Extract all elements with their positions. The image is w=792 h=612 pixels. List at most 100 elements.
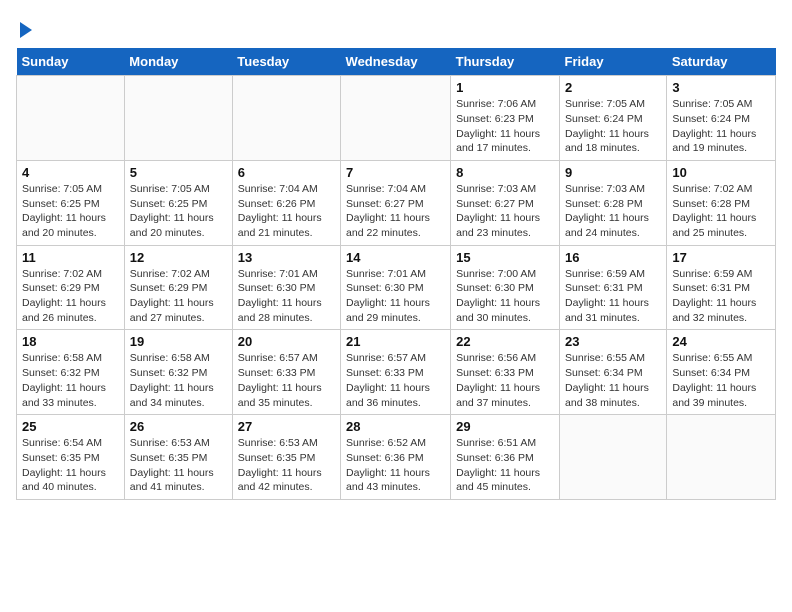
day-number: 26 [130, 419, 227, 434]
weekday-header: Sunday [17, 48, 125, 76]
day-info: Sunrise: 6:54 AM Sunset: 6:35 PM Dayligh… [22, 436, 119, 495]
calendar-cell: 29 Sunrise: 6:51 AM Sunset: 6:36 PM Dayli… [451, 415, 560, 500]
day-info: Sunrise: 6:57 AM Sunset: 6:33 PM Dayligh… [238, 351, 335, 410]
calendar-cell: 5 Sunrise: 7:05 AM Sunset: 6:25 PM Daylig… [124, 160, 232, 245]
day-info: Sunrise: 7:02 AM Sunset: 6:29 PM Dayligh… [22, 267, 119, 326]
logo [16, 16, 32, 40]
day-info: Sunrise: 6:59 AM Sunset: 6:31 PM Dayligh… [672, 267, 770, 326]
calendar-cell: 11 Sunrise: 7:02 AM Sunset: 6:29 PM Dayli… [17, 245, 125, 330]
day-number: 18 [22, 334, 119, 349]
day-number: 14 [346, 250, 445, 265]
day-number: 15 [456, 250, 554, 265]
calendar-cell: 8 Sunrise: 7:03 AM Sunset: 6:27 PM Daylig… [451, 160, 560, 245]
calendar-cell: 18 Sunrise: 6:58 AM Sunset: 6:32 PM Dayli… [17, 330, 125, 415]
calendar-cell: 22 Sunrise: 6:56 AM Sunset: 6:33 PM Dayli… [451, 330, 560, 415]
calendar-cell [560, 415, 667, 500]
day-info: Sunrise: 6:59 AM Sunset: 6:31 PM Dayligh… [565, 267, 661, 326]
calendar-week-row: 4 Sunrise: 7:05 AM Sunset: 6:25 PM Daylig… [17, 160, 776, 245]
day-number: 10 [672, 165, 770, 180]
calendar-cell: 16 Sunrise: 6:59 AM Sunset: 6:31 PM Dayli… [560, 245, 667, 330]
day-info: Sunrise: 7:02 AM Sunset: 6:28 PM Dayligh… [672, 182, 770, 241]
weekday-header: Tuesday [232, 48, 340, 76]
day-info: Sunrise: 6:57 AM Sunset: 6:33 PM Dayligh… [346, 351, 445, 410]
day-info: Sunrise: 7:05 AM Sunset: 6:25 PM Dayligh… [130, 182, 227, 241]
calendar-cell: 14 Sunrise: 7:01 AM Sunset: 6:30 PM Dayli… [341, 245, 451, 330]
day-info: Sunrise: 7:03 AM Sunset: 6:27 PM Dayligh… [456, 182, 554, 241]
day-number: 20 [238, 334, 335, 349]
calendar-cell: 25 Sunrise: 6:54 AM Sunset: 6:35 PM Dayli… [17, 415, 125, 500]
day-info: Sunrise: 6:56 AM Sunset: 6:33 PM Dayligh… [456, 351, 554, 410]
weekday-header: Monday [124, 48, 232, 76]
day-number: 1 [456, 80, 554, 95]
day-info: Sunrise: 6:53 AM Sunset: 6:35 PM Dayligh… [130, 436, 227, 495]
calendar-cell [341, 76, 451, 161]
weekday-header: Thursday [451, 48, 560, 76]
calendar-cell: 13Sunrise: 7:01 AM Sunset: 6:30 PM Dayli… [232, 245, 340, 330]
day-number: 22 [456, 334, 554, 349]
calendar-cell [667, 415, 776, 500]
day-number: 29 [456, 419, 554, 434]
calendar-week-row: 1 Sunrise: 7:06 AM Sunset: 6:23 PM Daylig… [17, 76, 776, 161]
day-info: Sunrise: 6:55 AM Sunset: 6:34 PM Dayligh… [672, 351, 770, 410]
day-number: 9 [565, 165, 661, 180]
day-number: 12 [130, 250, 227, 265]
calendar-cell: 23Sunrise: 6:55 AM Sunset: 6:34 PM Dayli… [560, 330, 667, 415]
weekday-header: Saturday [667, 48, 776, 76]
day-number: 21 [346, 334, 445, 349]
calendar-cell [124, 76, 232, 161]
day-number: 27 [238, 419, 335, 434]
calendar-cell [232, 76, 340, 161]
day-number: 8 [456, 165, 554, 180]
weekday-header: Wednesday [341, 48, 451, 76]
day-number: 5 [130, 165, 227, 180]
day-info: Sunrise: 6:53 AM Sunset: 6:35 PM Dayligh… [238, 436, 335, 495]
weekday-header: Friday [560, 48, 667, 76]
calendar-cell: 7Sunrise: 7:04 AM Sunset: 6:27 PM Daylig… [341, 160, 451, 245]
day-info: Sunrise: 7:02 AM Sunset: 6:29 PM Dayligh… [130, 267, 227, 326]
day-info: Sunrise: 6:58 AM Sunset: 6:32 PM Dayligh… [130, 351, 227, 410]
calendar-cell: 9 Sunrise: 7:03 AM Sunset: 6:28 PM Daylig… [560, 160, 667, 245]
day-info: Sunrise: 7:00 AM Sunset: 6:30 PM Dayligh… [456, 267, 554, 326]
logo-arrow-icon [20, 22, 32, 38]
calendar-cell: 15 Sunrise: 7:00 AM Sunset: 6:30 PM Dayli… [451, 245, 560, 330]
day-info: Sunrise: 7:03 AM Sunset: 6:28 PM Dayligh… [565, 182, 661, 241]
day-number: 25 [22, 419, 119, 434]
calendar-cell: 17Sunrise: 6:59 AM Sunset: 6:31 PM Dayli… [667, 245, 776, 330]
calendar-cell: 10 Sunrise: 7:02 AM Sunset: 6:28 PM Dayli… [667, 160, 776, 245]
day-number: 16 [565, 250, 661, 265]
day-info: Sunrise: 7:01 AM Sunset: 6:30 PM Dayligh… [238, 267, 335, 326]
calendar-cell: 1 Sunrise: 7:06 AM Sunset: 6:23 PM Daylig… [451, 76, 560, 161]
day-info: Sunrise: 7:05 AM Sunset: 6:24 PM Dayligh… [565, 97, 661, 156]
calendar-cell: 2 Sunrise: 7:05 AM Sunset: 6:24 PM Daylig… [560, 76, 667, 161]
calendar-cell: 19 Sunrise: 6:58 AM Sunset: 6:32 PM Dayli… [124, 330, 232, 415]
day-info: Sunrise: 7:05 AM Sunset: 6:24 PM Dayligh… [672, 97, 770, 156]
calendar-week-row: 25 Sunrise: 6:54 AM Sunset: 6:35 PM Dayli… [17, 415, 776, 500]
day-info: Sunrise: 7:05 AM Sunset: 6:25 PM Dayligh… [22, 182, 119, 241]
day-number: 24 [672, 334, 770, 349]
day-number: 11 [22, 250, 119, 265]
calendar-cell: 6Sunrise: 7:04 AM Sunset: 6:26 PM Daylig… [232, 160, 340, 245]
day-number: 3 [672, 80, 770, 95]
day-info: Sunrise: 6:51 AM Sunset: 6:36 PM Dayligh… [456, 436, 554, 495]
calendar-week-row: 11 Sunrise: 7:02 AM Sunset: 6:29 PM Dayli… [17, 245, 776, 330]
day-info: Sunrise: 6:52 AM Sunset: 6:36 PM Dayligh… [346, 436, 445, 495]
day-info: Sunrise: 6:58 AM Sunset: 6:32 PM Dayligh… [22, 351, 119, 410]
day-number: 2 [565, 80, 661, 95]
calendar-cell: 27 Sunrise: 6:53 AM Sunset: 6:35 PM Dayli… [232, 415, 340, 500]
calendar-cell: 28Sunrise: 6:52 AM Sunset: 6:36 PM Dayli… [341, 415, 451, 500]
calendar-cell: 21 Sunrise: 6:57 AM Sunset: 6:33 PM Dayli… [341, 330, 451, 415]
day-number: 19 [130, 334, 227, 349]
day-info: Sunrise: 7:01 AM Sunset: 6:30 PM Dayligh… [346, 267, 445, 326]
calendar-cell: 26 Sunrise: 6:53 AM Sunset: 6:35 PM Dayli… [124, 415, 232, 500]
day-info: Sunrise: 7:04 AM Sunset: 6:27 PM Dayligh… [346, 182, 445, 241]
weekday-header-row: SundayMondayTuesdayWednesdayThursdayFrid… [17, 48, 776, 76]
day-info: Sunrise: 7:06 AM Sunset: 6:23 PM Dayligh… [456, 97, 554, 156]
day-number: 4 [22, 165, 119, 180]
calendar-cell: 24 Sunrise: 6:55 AM Sunset: 6:34 PM Dayli… [667, 330, 776, 415]
calendar-table: SundayMondayTuesdayWednesdayThursdayFrid… [16, 48, 776, 500]
calendar-cell: 20 Sunrise: 6:57 AM Sunset: 6:33 PM Dayli… [232, 330, 340, 415]
calendar-cell: 3 Sunrise: 7:05 AM Sunset: 6:24 PM Daylig… [667, 76, 776, 161]
day-info: Sunrise: 6:55 AM Sunset: 6:34 PM Dayligh… [565, 351, 661, 410]
day-number: 6 [238, 165, 335, 180]
page-header [16, 16, 776, 40]
